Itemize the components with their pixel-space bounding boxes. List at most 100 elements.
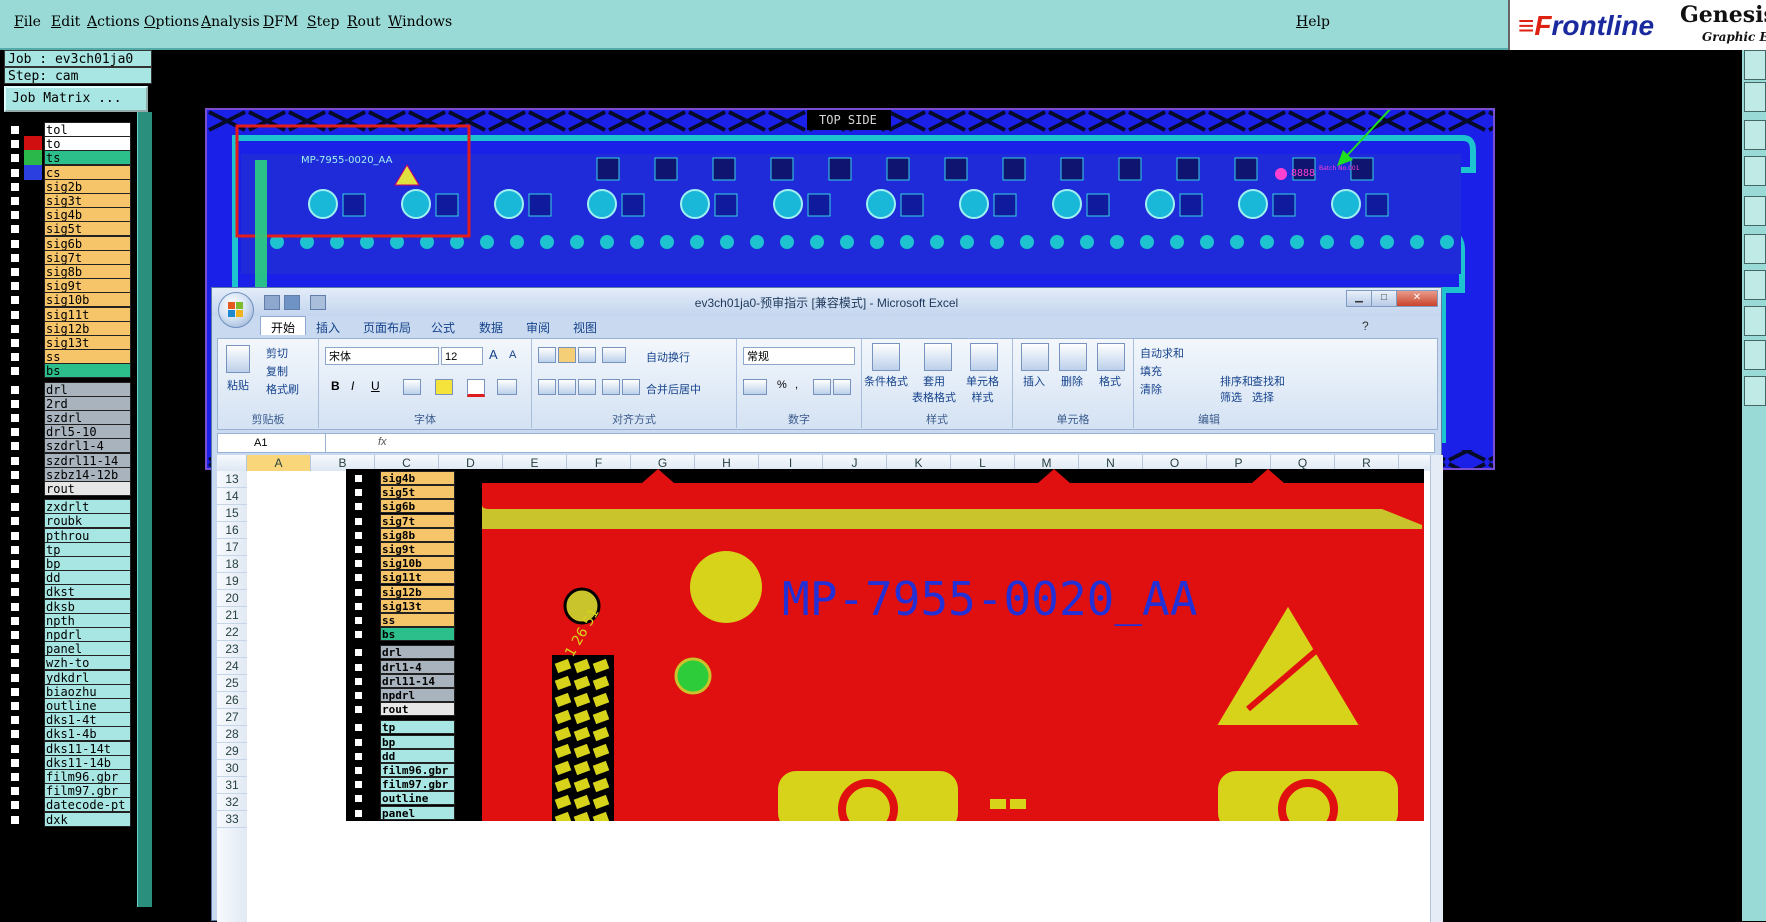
layer-row[interactable]: sig9t bbox=[6, 278, 131, 294]
menu-dfm[interactable]: DFM bbox=[263, 14, 298, 30]
layer-checkbox[interactable] bbox=[10, 441, 20, 452]
menu-file[interactable]: File bbox=[14, 14, 41, 30]
row-header[interactable]: 23 bbox=[217, 641, 247, 658]
layer-checkbox[interactable] bbox=[10, 502, 20, 513]
copy-button[interactable]: 复制 bbox=[266, 363, 288, 379]
layer-row[interactable]: cs bbox=[6, 164, 131, 180]
layer-checkbox[interactable] bbox=[10, 772, 20, 782]
layer-checkbox[interactable] bbox=[10, 455, 20, 466]
tab-review[interactable]: 审阅 bbox=[526, 319, 550, 336]
font-size-combo[interactable]: 12 bbox=[441, 347, 483, 365]
decrease-decimal-icon[interactable] bbox=[833, 379, 851, 395]
layer-row[interactable]: datecode-pt bbox=[6, 797, 131, 813]
menu-windows[interactable]: Windows bbox=[388, 14, 452, 30]
layer-row[interactable]: szbz14-12b bbox=[6, 466, 131, 482]
insert-cells-button[interactable]: 插入 bbox=[1023, 373, 1045, 389]
comma-button[interactable]: , bbox=[795, 379, 798, 391]
delete-cells-icon[interactable] bbox=[1059, 343, 1087, 371]
layer-row[interactable]: ts bbox=[6, 150, 131, 166]
clear-button[interactable]: 清除 bbox=[1140, 381, 1162, 397]
layer-row[interactable]: dks11-14b bbox=[6, 754, 131, 770]
layer-checkbox[interactable] bbox=[10, 644, 20, 655]
format-cells-icon[interactable] bbox=[1097, 343, 1125, 371]
row-header[interactable]: 17 bbox=[217, 539, 247, 556]
row-header[interactable]: 14 bbox=[217, 488, 247, 505]
fill-color-icon[interactable] bbox=[435, 379, 453, 395]
layer-row[interactable]: wzh-to bbox=[6, 655, 131, 671]
layer-row[interactable]: sig4b bbox=[6, 207, 131, 223]
menu-rout[interactable]: Rout bbox=[347, 14, 381, 30]
layer-row[interactable]: dks11-14t bbox=[6, 740, 131, 756]
layer-row[interactable]: outline bbox=[6, 698, 131, 713]
row-header[interactable]: 24 bbox=[217, 658, 247, 675]
bold-button[interactable]: B bbox=[331, 379, 340, 393]
shrink-font-icon[interactable]: A bbox=[509, 349, 516, 361]
fx-label[interactable]: fx bbox=[378, 436, 387, 448]
layer-checkbox[interactable] bbox=[10, 516, 20, 527]
layer-checkbox[interactable] bbox=[10, 559, 20, 569]
excel-title-bar[interactable]: ev3ch01ja0-预审指示 [兼容模式] - Microsoft Excel… bbox=[212, 288, 1441, 316]
insert-cells-icon[interactable] bbox=[1021, 343, 1049, 371]
row-header[interactable]: 16 bbox=[217, 522, 247, 539]
increase-indent-icon[interactable] bbox=[622, 379, 640, 395]
format-as-table-button[interactable]: 套用 表格格式 bbox=[912, 373, 956, 405]
layer-row[interactable]: ydkdrl bbox=[6, 669, 131, 685]
tab-home[interactable]: 开始 bbox=[260, 316, 307, 335]
cut-button[interactable]: 剪切 bbox=[266, 345, 288, 361]
undo-icon[interactable] bbox=[284, 295, 300, 310]
layer-checkbox[interactable] bbox=[10, 800, 20, 811]
layer-checkbox[interactable] bbox=[10, 743, 20, 754]
merge-center-button[interactable]: 合并后居中 bbox=[646, 381, 701, 397]
layer-row[interactable]: bp bbox=[6, 556, 131, 571]
minimize-button[interactable]: ▁ bbox=[1346, 290, 1372, 307]
layer-checkbox[interactable] bbox=[10, 167, 20, 178]
layer-row[interactable]: sig12b bbox=[6, 320, 131, 336]
layer-checkbox[interactable] bbox=[10, 469, 20, 480]
tool-button[interactable] bbox=[1744, 234, 1766, 264]
layer-row[interactable]: szdrl11-14 bbox=[6, 452, 131, 468]
row-header[interactable]: 21 bbox=[217, 607, 247, 624]
layer-row[interactable]: sig10b bbox=[6, 292, 131, 308]
font-name-combo[interactable]: 宋体 bbox=[325, 347, 439, 365]
layer-checkbox[interactable] bbox=[10, 544, 20, 555]
layer-checkbox[interactable] bbox=[10, 630, 20, 640]
layer-checkbox[interactable] bbox=[10, 658, 20, 669]
save-icon[interactable] bbox=[264, 295, 280, 310]
format-cells-button[interactable]: 格式 bbox=[1099, 373, 1121, 389]
layer-row[interactable]: sig7t bbox=[6, 249, 131, 265]
layer-row[interactable]: film96.gbr bbox=[6, 769, 131, 784]
format-painter-button[interactable]: 格式刷 bbox=[266, 381, 299, 397]
layer-row[interactable]: 2rd bbox=[6, 395, 131, 411]
sort-filter-button[interactable]: 排序和 筛选 bbox=[1220, 373, 1253, 405]
layer-row[interactable]: sig13t bbox=[6, 335, 131, 350]
layer-row[interactable]: dksb bbox=[6, 598, 131, 614]
align-top-icon[interactable] bbox=[538, 347, 556, 363]
wrap-text-button[interactable]: 自动换行 bbox=[646, 349, 690, 365]
increase-decimal-icon[interactable] bbox=[813, 379, 831, 395]
tab-insert[interactable]: 插入 bbox=[316, 319, 340, 336]
layer-row[interactable]: sig8b bbox=[6, 264, 131, 279]
conditional-format-icon[interactable] bbox=[872, 343, 900, 371]
row-header[interactable]: 30 bbox=[217, 760, 247, 777]
row-header[interactable]: 19 bbox=[217, 573, 247, 590]
layer-checkbox[interactable] bbox=[10, 309, 20, 320]
tab-data[interactable]: 数据 bbox=[479, 319, 503, 336]
layer-checkbox[interactable] bbox=[10, 323, 20, 334]
layer-row[interactable]: ss bbox=[6, 349, 131, 365]
layer-checkbox[interactable] bbox=[10, 413, 20, 423]
layer-checkbox[interactable] bbox=[10, 398, 20, 409]
layer-checkbox[interactable] bbox=[10, 352, 20, 363]
paste-button[interactable]: 粘贴 bbox=[227, 377, 249, 393]
layer-checkbox[interactable] bbox=[10, 686, 20, 697]
layer-panel-scrollbar[interactable] bbox=[137, 112, 152, 907]
decrease-indent-icon[interactable] bbox=[602, 379, 620, 395]
layer-row[interactable]: bs bbox=[6, 363, 131, 379]
layer-row[interactable]: drl5-10 bbox=[6, 424, 131, 440]
layer-checkbox[interactable] bbox=[10, 701, 20, 711]
layer-row[interactable]: szdrl1-4 bbox=[6, 438, 131, 454]
layer-checkbox[interactable] bbox=[10, 384, 20, 395]
menu-edit[interactable]: Edit bbox=[51, 14, 80, 30]
row-header[interactable]: 28 bbox=[217, 726, 247, 743]
redo-icon[interactable] bbox=[310, 295, 326, 310]
layer-checkbox[interactable] bbox=[10, 615, 20, 626]
